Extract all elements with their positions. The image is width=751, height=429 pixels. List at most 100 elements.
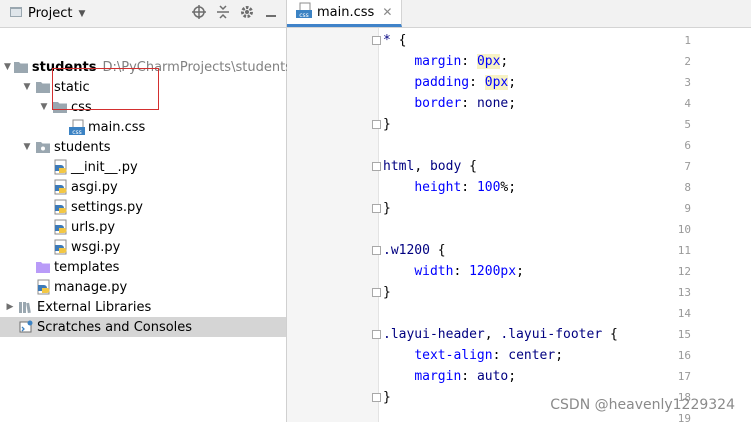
tree-item[interactable]: asgi.py <box>0 177 286 197</box>
tree-item-label: urls.py <box>71 219 116 235</box>
tree-item-label: __init__.py <box>71 159 138 175</box>
tree-item[interactable]: wsgi.py <box>0 237 286 257</box>
line-number: 2 <box>684 55 691 68</box>
gutter <box>287 28 379 422</box>
locate-icon[interactable] <box>192 4 206 23</box>
fold-marker-icon[interactable] <box>372 36 381 45</box>
line-number: 16 <box>677 349 691 362</box>
code-token: : <box>453 264 470 279</box>
fold-marker-icon[interactable] <box>372 393 381 402</box>
editor-area: css main.css ✕ 1 2 3 4 5 6 7 8 9 10 11 12 13 14 15 16 17… <box>287 0 751 425</box>
tree-item[interactable]: css main.css <box>0 117 286 137</box>
tree-item[interactable]: ▶ External Libraries <box>0 297 286 317</box>
code-token: px <box>484 54 501 69</box>
code-token: } <box>383 285 391 300</box>
code-token: 100 <box>476 180 501 195</box>
watermark: CSDN @heavenly1229324 <box>550 397 735 413</box>
code-line: padding: 0px; <box>383 72 516 93</box>
project-title: Project <box>28 6 73 21</box>
line-number: 1 <box>684 34 691 47</box>
line-number: 8 <box>684 181 691 194</box>
code-token: auto <box>476 369 509 384</box>
code-line: } <box>383 387 391 408</box>
css-file-icon: css <box>69 119 85 135</box>
python-file-icon <box>52 239 68 255</box>
tree-item-label: main.css <box>88 119 146 135</box>
code-line: text-align: center; <box>383 345 563 366</box>
chevron-right-icon[interactable]: ▶ <box>4 302 16 312</box>
chevron-down-icon[interactable]: ▼ <box>21 142 33 152</box>
tree-item[interactable]: urls.py <box>0 217 286 237</box>
line-number: 10 <box>677 223 691 236</box>
line-number: 12 <box>677 265 691 278</box>
project-panel: Project ▼ ▼ students D:\PyCharmProjects\st… <box>0 0 292 422</box>
code-token: : <box>461 369 477 384</box>
tree-item[interactable]: ▼ students D:\PyCharmProjects\students <box>0 57 292 77</box>
code-token: ; <box>500 54 509 69</box>
code-token: ; <box>516 264 524 279</box>
code-line: * { <box>383 30 406 51</box>
code-line: html, body { <box>383 156 477 177</box>
line-number: 5 <box>684 118 691 131</box>
tree-item-label: students <box>54 139 111 155</box>
fold-marker-icon[interactable] <box>372 330 381 339</box>
tree-item-label: students <box>31 59 97 75</box>
tree-item[interactable]: manage.py <box>0 277 286 297</box>
code-token: center <box>508 348 556 363</box>
folder-icon <box>35 79 51 95</box>
code-token: .layui-header <box>383 327 485 342</box>
code-token: 1200 <box>469 264 501 279</box>
fold-marker-icon[interactable] <box>372 162 381 171</box>
line-number: 14 <box>677 307 691 320</box>
code-line: height: 100%; <box>383 177 516 198</box>
chevron-down-icon[interactable]: ▼ <box>38 102 50 112</box>
project-view-selector[interactable]: Project ▼ <box>0 5 85 23</box>
code-line: } <box>383 114 391 135</box>
code-token: .layui-footer <box>500 327 610 342</box>
chevron-down-icon[interactable]: ▼ <box>4 62 11 72</box>
fold-marker-icon[interactable] <box>372 288 381 297</box>
tree-item[interactable]: __init__.py <box>0 157 286 177</box>
line-number: 7 <box>684 160 691 173</box>
tree-item[interactable]: settings.py <box>0 197 286 217</box>
tree-item[interactable]: ▼ students <box>0 137 286 157</box>
fold-marker-icon[interactable] <box>372 120 381 129</box>
tree-item[interactable]: ▼ static <box>0 77 286 97</box>
project-icon <box>9 5 23 23</box>
code-editor[interactable]: 1 2 3 4 5 6 7 8 9 10 11 12 13 14 15 16 17 18 19 * { margin:… <box>287 28 751 425</box>
code-token: border <box>414 96 462 111</box>
tree-item-label: css <box>71 99 92 115</box>
collapse-all-icon[interactable] <box>216 4 230 23</box>
close-icon[interactable]: ✕ <box>382 5 392 19</box>
tree-item[interactable]: Scratches and Consoles <box>0 317 286 337</box>
hide-panel-icon[interactable] <box>264 5 278 23</box>
code-line: width: 1200px; <box>383 261 524 282</box>
tree-item-label: settings.py <box>71 199 143 215</box>
code-line: margin: auto; <box>383 366 516 387</box>
fold-marker-icon[interactable] <box>372 246 381 255</box>
python-file-icon <box>52 219 68 235</box>
code-token: { <box>437 243 446 258</box>
line-number: 13 <box>677 286 691 299</box>
gear-icon[interactable] <box>240 5 254 23</box>
css-file-icon: css <box>296 2 312 22</box>
chevron-down-icon[interactable]: ▼ <box>21 82 33 92</box>
code-token: : <box>492 348 509 363</box>
fold-marker-icon[interactable] <box>372 204 381 213</box>
chevron-down-icon[interactable]: ▼ <box>78 9 85 19</box>
folder-icon <box>52 99 68 115</box>
tree-item[interactable]: templates <box>0 257 286 277</box>
code-token: , <box>414 159 430 174</box>
code-token: none <box>476 96 509 111</box>
code-token: { <box>609 327 618 342</box>
editor-tabs: css main.css ✕ <box>287 0 751 28</box>
code-token: : <box>461 54 477 69</box>
svg-text:css: css <box>72 129 82 135</box>
tab-main-css[interactable]: css main.css ✕ <box>287 0 403 27</box>
tree-item[interactable]: ▼ css <box>0 97 286 117</box>
code-token: ; <box>555 348 564 363</box>
code-token: %; <box>500 180 517 195</box>
